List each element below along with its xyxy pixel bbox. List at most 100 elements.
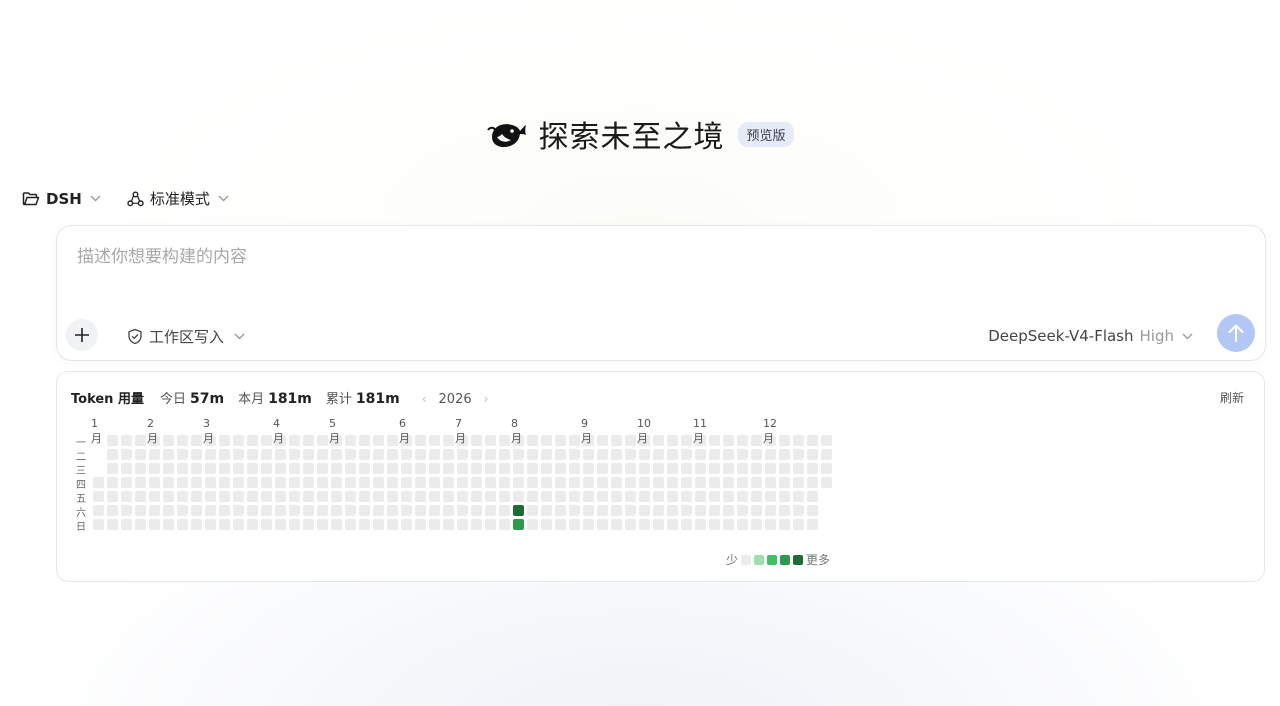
legend-swatch-1 (754, 554, 765, 565)
day-cell (233, 435, 244, 446)
day-cell (275, 505, 286, 516)
day-cell (751, 449, 762, 460)
day-cell (107, 463, 118, 474)
day-cell (261, 477, 272, 488)
day-cell (611, 477, 622, 488)
next-year-button[interactable]: › (484, 392, 489, 406)
day-cell (93, 505, 104, 516)
day-cell (401, 491, 412, 502)
mode-selector[interactable]: 标准模式 (127, 188, 229, 209)
day-cell (513, 491, 524, 502)
day-cell (107, 519, 118, 530)
day-cell (555, 477, 566, 488)
day-cell (205, 491, 216, 502)
day-cell (541, 449, 552, 460)
day-cell (765, 519, 776, 530)
day-cell (121, 435, 132, 446)
folder-selector[interactable]: DSH (22, 190, 101, 208)
day-cell (765, 477, 776, 488)
day-cell (779, 435, 790, 446)
day-cell (583, 505, 594, 516)
day-cell (569, 449, 580, 460)
day-cell (471, 449, 482, 460)
month-label: 12月 (763, 417, 777, 445)
month-label: 11月 (693, 417, 707, 445)
day-cell (219, 435, 230, 446)
day-cell (387, 449, 398, 460)
day-cell (191, 505, 202, 516)
day-cell (289, 491, 300, 502)
day-cell (261, 505, 272, 516)
folder-label: DSH (46, 189, 82, 208)
day-cell (709, 435, 720, 446)
day-cell (611, 435, 622, 446)
day-cell (275, 491, 286, 502)
today-value: 57m (189, 391, 225, 407)
day-cell (695, 519, 706, 530)
month-label: 3月 (203, 417, 214, 445)
day-cell (639, 505, 650, 516)
send-button[interactable] (1217, 314, 1255, 352)
refresh-button[interactable]: 刷新 (1220, 389, 1244, 406)
day-cell (457, 477, 468, 488)
day-cell (653, 519, 664, 530)
day-cell (247, 491, 258, 502)
day-cell (653, 491, 664, 502)
add-attachment-button[interactable] (66, 319, 98, 351)
day-cell (163, 491, 174, 502)
day-cell (667, 435, 678, 446)
day-cell (625, 463, 636, 474)
day-cell (527, 505, 538, 516)
day-cell (177, 505, 188, 516)
day-cell (191, 435, 202, 446)
day-cell (191, 519, 202, 530)
prompt-input[interactable] (75, 246, 979, 268)
day-cell (807, 463, 818, 474)
prev-year-button[interactable]: ‹ (422, 392, 427, 406)
day-cell (415, 519, 426, 530)
day-cell (429, 505, 440, 516)
day-cell (121, 491, 132, 502)
day-cell (93, 491, 104, 502)
day-cell (751, 477, 762, 488)
day-cell (723, 435, 734, 446)
day-cell (723, 519, 734, 530)
month-label: 5月 (329, 417, 340, 445)
day-cell (289, 463, 300, 474)
day-cell (793, 491, 804, 502)
model-selector[interactable]: DeepSeek-V4-Flash High (988, 327, 1193, 345)
today-label: 今日 (159, 392, 186, 407)
day-cell (597, 449, 608, 460)
day-cell (233, 519, 244, 530)
day-cell (107, 449, 118, 460)
month-label: 9月 (581, 417, 592, 445)
day-cell (695, 491, 706, 502)
workspace-write-selector[interactable]: 工作区写入 (127, 326, 245, 347)
day-cell (303, 477, 314, 488)
day-cell (331, 463, 342, 474)
weekday-label: 六 (76, 508, 86, 519)
day-cell (205, 477, 216, 488)
total-label: 累计 (325, 392, 352, 407)
day-cell (359, 491, 370, 502)
day-cell (247, 477, 258, 488)
day-cell (219, 505, 230, 516)
day-cell (429, 519, 440, 530)
day-cell (681, 491, 692, 502)
day-cell (555, 449, 566, 460)
day-cell (415, 449, 426, 460)
day-cell (373, 491, 384, 502)
weekday-label: 五 (76, 494, 86, 505)
usage-title: Token 用量 (71, 392, 144, 407)
weekday-label: 一 (76, 438, 86, 449)
day-cell (485, 491, 496, 502)
day-cell (401, 463, 412, 474)
day-cell (541, 463, 552, 474)
day-cell (345, 519, 356, 530)
day-cell (177, 491, 188, 502)
day-cell (177, 463, 188, 474)
day-cell (737, 491, 748, 502)
legend-swatch-4 (793, 554, 804, 565)
day-cell (233, 491, 244, 502)
day-cell (289, 435, 300, 446)
